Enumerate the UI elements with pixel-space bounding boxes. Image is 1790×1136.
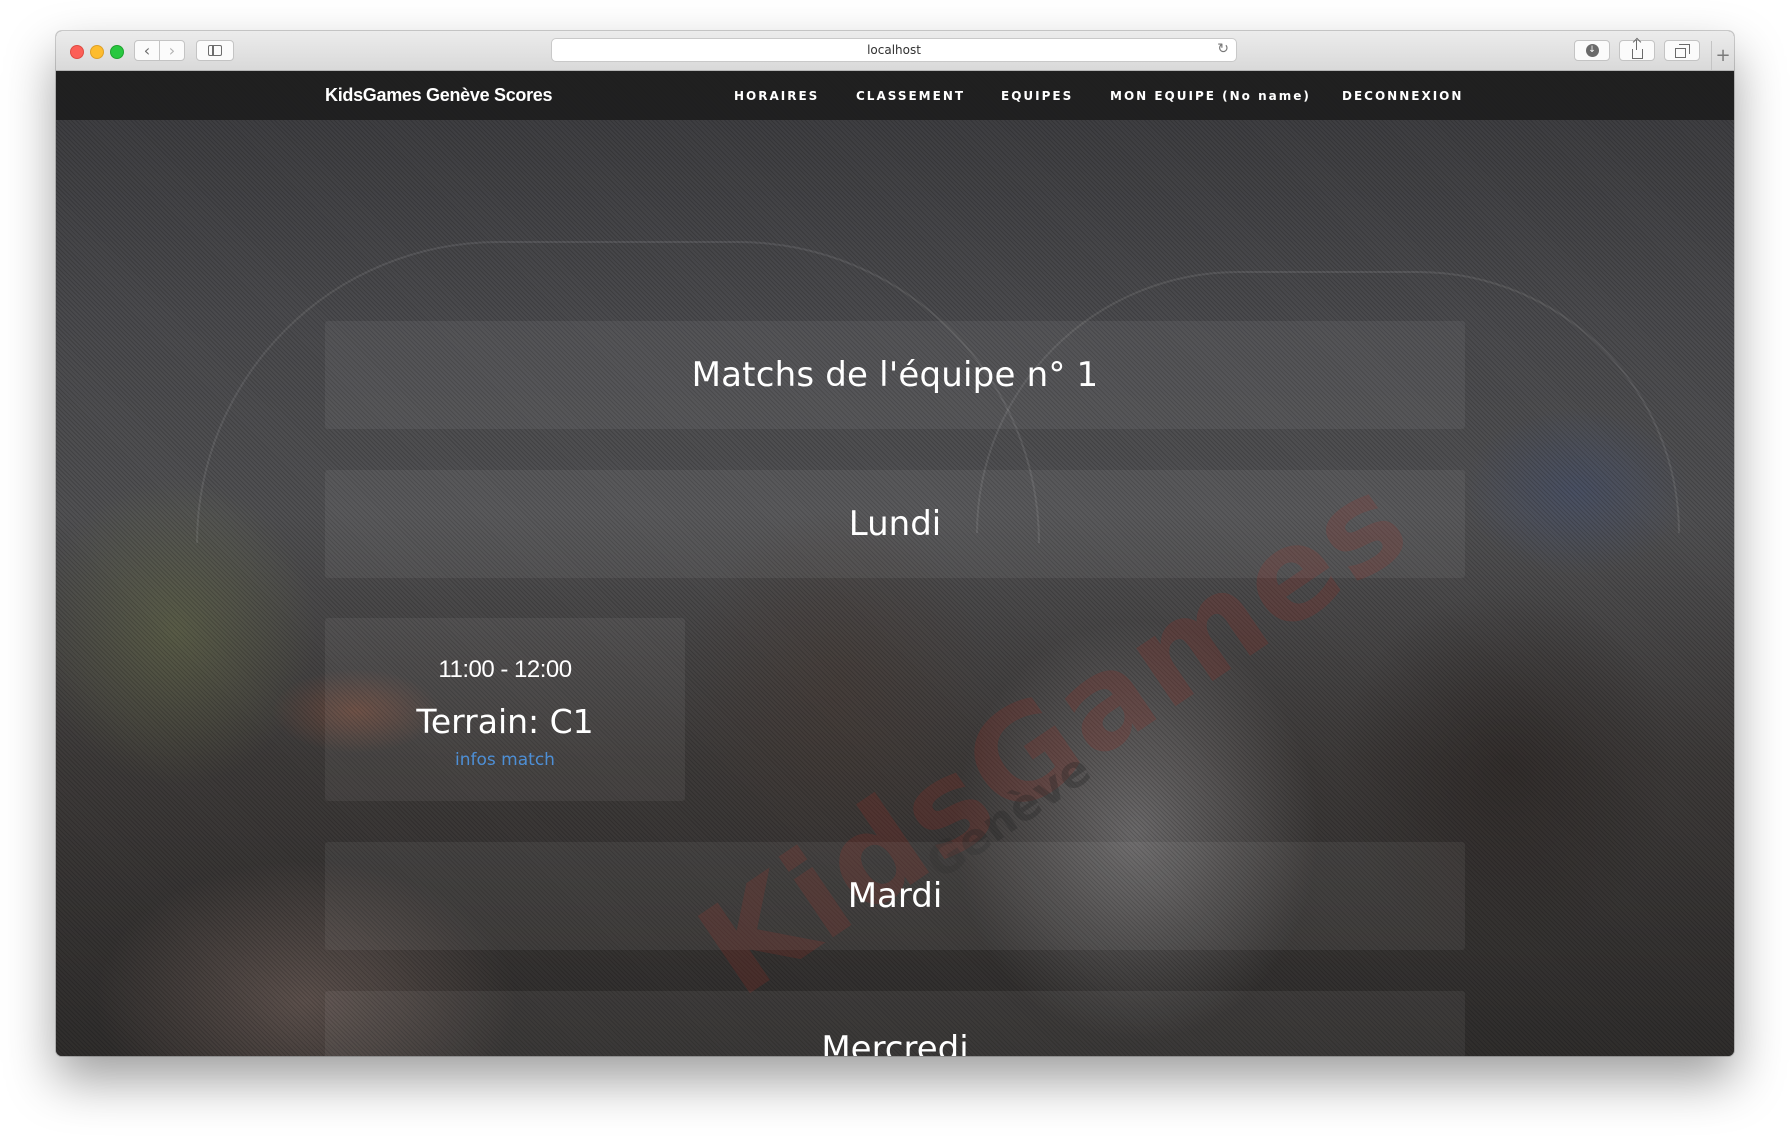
- site-navbar: KidsGames Genève Scores HORAIRES CLASSEM…: [56, 71, 1734, 120]
- tabs-icon: [1674, 43, 1690, 58]
- downloads-button[interactable]: ↓: [1574, 40, 1610, 61]
- minimize-window-button[interactable]: [90, 45, 104, 59]
- forward-button[interactable]: ›: [159, 40, 185, 61]
- brand-link[interactable]: KidsGames Genève Scores: [325, 71, 553, 120]
- nav-item-equipes[interactable]: EQUIPES: [1001, 71, 1073, 120]
- show-tabs-button[interactable]: [1664, 40, 1700, 61]
- page-title-panel: Matchs de l'équipe n° 1: [325, 321, 1465, 429]
- match-card: 11:00 - 12:00 Terrain: C1 infos match: [325, 618, 685, 801]
- day-header-lundi: Lundi: [325, 470, 1465, 578]
- chevron-left-icon: ‹: [143, 41, 151, 60]
- match-field: Terrain: C1: [416, 702, 594, 741]
- browser-window: ‹ › localhost ↻ ↓ + KidsGames Genève Kid…: [56, 31, 1734, 1056]
- nav-item-horaires[interactable]: HORAIRES: [734, 71, 819, 120]
- page-content: KidsGames Genève KidsGames Genève Scores…: [56, 71, 1734, 1056]
- day-header-mercredi: Mercredi: [325, 991, 1465, 1056]
- zoom-window-button[interactable]: [110, 45, 124, 59]
- chevron-right-icon: ›: [168, 41, 176, 60]
- match-time: 11:00 - 12:00: [438, 656, 572, 683]
- back-button[interactable]: ‹: [134, 40, 160, 61]
- page-title: Matchs de l'équipe n° 1: [691, 355, 1099, 395]
- browser-toolbar: ‹ › localhost ↻ ↓ +: [56, 31, 1734, 71]
- share-button[interactable]: [1619, 39, 1655, 61]
- match-info-link[interactable]: infos match: [325, 750, 685, 770]
- day-title: Lundi: [848, 504, 942, 544]
- sidebar-toggle-button[interactable]: [196, 40, 234, 61]
- nav-item-deconnexion[interactable]: DECONNEXION: [1342, 71, 1463, 120]
- address-bar[interactable]: localhost ↻: [551, 38, 1237, 62]
- url-text: localhost: [867, 43, 921, 57]
- download-icon: ↓: [1585, 44, 1599, 57]
- reload-icon[interactable]: ↻: [1217, 41, 1229, 57]
- day-title: Mardi: [847, 876, 943, 916]
- share-icon: [1631, 39, 1643, 59]
- day-title: Mercredi: [821, 1029, 969, 1056]
- sidebar-icon: [208, 45, 222, 56]
- close-window-button[interactable]: [70, 45, 84, 59]
- nav-item-mon-equipe[interactable]: MON EQUIPE (No name): [1110, 71, 1311, 120]
- new-tab-button[interactable]: +: [1711, 41, 1734, 70]
- day-header-mardi: Mardi: [325, 842, 1465, 950]
- nav-item-classement[interactable]: CLASSEMENT: [856, 71, 965, 120]
- plus-icon: +: [1715, 45, 1731, 66]
